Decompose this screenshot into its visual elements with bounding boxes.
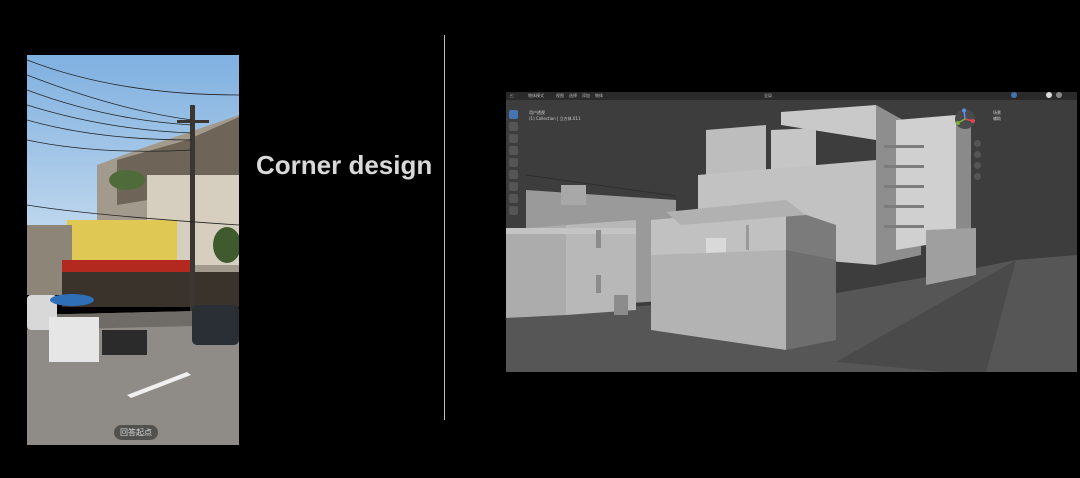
add-cube-tool-icon[interactable] bbox=[509, 206, 518, 215]
page-title: Corner design bbox=[256, 150, 433, 180]
transform-tool-icon[interactable] bbox=[509, 170, 518, 179]
viewport-header: ◰ 物体模式 视图 选择 添加 物体 全局 bbox=[506, 92, 1077, 100]
menu-view[interactable]: 视图 bbox=[556, 92, 564, 100]
helper-label: 辅助 bbox=[993, 116, 1001, 121]
menu-select[interactable]: 选择 bbox=[569, 92, 577, 100]
perspective-icon[interactable] bbox=[974, 173, 981, 180]
scene-labels: 场景 辅助 bbox=[993, 110, 1001, 122]
axis-gizmo-icon[interactable] bbox=[954, 108, 976, 130]
move-tool-icon[interactable] bbox=[509, 134, 518, 143]
shading-material-icon[interactable] bbox=[1046, 92, 1052, 98]
shading-rendered-icon[interactable] bbox=[1056, 92, 1062, 98]
street-photo: 回答起点 bbox=[27, 55, 239, 445]
photo-badge: 回答起点 bbox=[114, 425, 158, 440]
editor-type-icon[interactable]: ◰ bbox=[510, 92, 514, 100]
collection-label: (1) Collection | 立方体.011 bbox=[529, 116, 581, 121]
pan-icon[interactable] bbox=[974, 151, 981, 158]
zoom-icon[interactable] bbox=[974, 140, 981, 147]
transform-orientation[interactable]: 全局 bbox=[764, 92, 772, 100]
scene-canvas[interactable] bbox=[506, 100, 1077, 372]
menu-object[interactable]: 物体 bbox=[595, 92, 603, 100]
rotate-tool-icon[interactable] bbox=[509, 146, 518, 155]
mode-selector[interactable]: 物体模式 bbox=[528, 92, 544, 100]
scale-tool-icon[interactable] bbox=[509, 158, 518, 167]
blender-viewport[interactable]: ◰ 物体模式 视图 选择 添加 物体 全局 用户透视 (1) Collectio… bbox=[506, 92, 1077, 372]
divider bbox=[444, 35, 445, 420]
cursor-tool-icon[interactable] bbox=[509, 122, 518, 131]
tool-panel bbox=[509, 110, 519, 218]
camera-icon[interactable] bbox=[974, 162, 981, 169]
shading-solid-icon[interactable] bbox=[1011, 92, 1017, 98]
measure-tool-icon[interactable] bbox=[509, 194, 518, 203]
select-tool-icon[interactable] bbox=[509, 110, 518, 119]
menu-add[interactable]: 添加 bbox=[582, 92, 590, 100]
annotate-tool-icon[interactable] bbox=[509, 182, 518, 191]
viewport-info: 用户透视 (1) Collection | 立方体.011 bbox=[529, 110, 581, 122]
